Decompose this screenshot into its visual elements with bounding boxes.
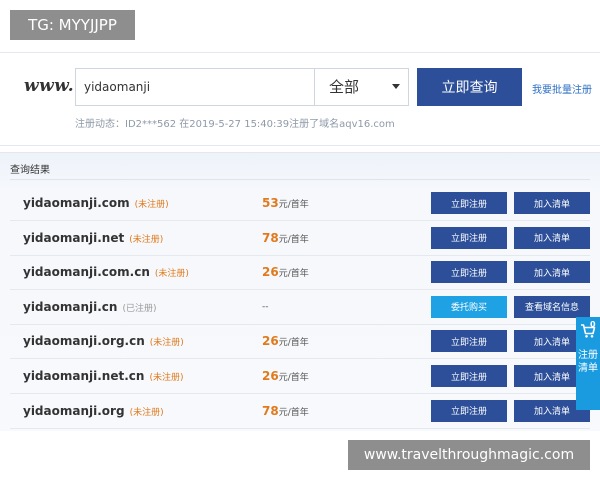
registration-status: (未注册)	[149, 373, 184, 383]
result-row: yidaomanji.com (未注册) 53元/首年 立即注册 加入清单	[10, 186, 590, 221]
register-now-button[interactable]: 立即注册	[431, 226, 507, 249]
price-unit: 元/首年	[278, 338, 309, 349]
domain-name: yidaomanji.com.cn (未注册)	[23, 265, 189, 280]
price: 26元/首年	[262, 359, 309, 395]
price-unit: 元/首年	[278, 234, 309, 245]
tg-badge: TG: MYYJJPP	[10, 10, 135, 40]
price-unit: 元/首年	[278, 373, 309, 383]
register-now-button[interactable]: 立即注册	[431, 192, 507, 214]
domain-name: yidaomanji.org.cn (未注册)	[23, 334, 184, 349]
add-to-list-button[interactable]: 加入清单	[514, 226, 590, 249]
result-row: yidaomanji.net.cn (未注册) 26元/首年 立即注册 加入清单	[10, 359, 590, 394]
register-now-button[interactable]: 立即注册	[431, 330, 507, 353]
price-value: 26	[262, 369, 279, 383]
www-logo: www.	[24, 76, 75, 96]
price: 26元/首年	[262, 324, 309, 360]
bulk-register-link[interactable]: 我要批量注册	[532, 81, 592, 96]
price-value: 53	[262, 196, 279, 210]
result-row: yidaomanji.org (未注册) 78元/首年 立即注册 加入清单	[10, 394, 590, 429]
cart-count: 0	[590, 320, 596, 329]
register-now-button[interactable]: 立即注册	[431, 261, 507, 284]
register-now-button[interactable]: 立即注册	[431, 365, 507, 387]
result-row: yidaomanji.com.cn (未注册) 26元/首年 立即注册 加入清单	[10, 255, 590, 291]
scope-select[interactable]: 全部	[315, 69, 408, 105]
heading-divider	[10, 179, 590, 180]
register-now-button[interactable]: 立即注册	[431, 399, 507, 422]
price-value: 26	[262, 265, 279, 280]
price: 26元/首年	[262, 255, 309, 291]
price: 78元/首年	[262, 221, 309, 257]
price-unit: 元/首年	[278, 200, 309, 210]
price-value: 78	[262, 403, 279, 418]
search-button[interactable]: 立即查询	[417, 68, 522, 106]
registration-status: (未注册)	[129, 407, 164, 418]
add-to-list-button[interactable]: 加入清单	[514, 192, 590, 214]
price-unit: 元/首年	[278, 269, 309, 280]
search-box: 全部	[75, 68, 409, 106]
domain-name: yidaomanji.net.cn (未注册)	[23, 369, 184, 383]
scope-selected-value: 全部	[329, 78, 360, 96]
price-value: --	[262, 301, 269, 312]
result-row: yidaomanji.cn (已注册) -- 委托购买 查看域名信息	[10, 290, 590, 325]
domain-name: yidaomanji.net (未注册)	[23, 230, 164, 245]
watermark: www.travelthroughmagic.com	[348, 440, 590, 470]
result-row: yidaomanji.net (未注册) 78元/首年 立即注册 加入清单	[10, 221, 590, 256]
result-row: yidaomanji.org.cn (未注册) 26元/首年 立即注册 加入清单	[10, 324, 590, 360]
price: 53元/首年	[262, 186, 309, 222]
registration-status: (未注册)	[134, 200, 169, 210]
price-value: 26	[262, 334, 279, 349]
registration-status: (已注册)	[122, 303, 157, 314]
cart-label: 注册清单	[578, 350, 598, 374]
domain-name: yidaomanji.com (未注册)	[23, 196, 169, 210]
price-unit: 元/首年	[278, 407, 309, 418]
domain-name: yidaomanji.org (未注册)	[23, 403, 164, 418]
caret-down-icon	[392, 84, 400, 89]
registration-status: (未注册)	[154, 269, 189, 280]
price: 78元/首年	[262, 394, 309, 430]
registration-status: (未注册)	[149, 338, 184, 349]
domain-name: yidaomanji.cn (已注册)	[23, 299, 157, 314]
search-panel: www. 全部 立即查询 我要批量注册 注册动态：ID2***562 在2019…	[0, 52, 600, 146]
price-value: 78	[262, 230, 279, 245]
registration-notice: 注册动态：ID2***562 在2019-5-27 15:40:39注册了域名a…	[75, 119, 395, 130]
results-panel: 查询结果 yidaomanji.com (未注册) 53元/首年 立即注册 加入清单 yi…	[0, 152, 600, 431]
domain-search-input[interactable]	[76, 69, 312, 105]
registration-status: (未注册)	[129, 234, 164, 245]
view-whois-button[interactable]: 查看域名信息	[514, 295, 590, 318]
results-heading: 查询结果	[10, 165, 50, 176]
cart-tab[interactable]: 0 注册清单	[576, 317, 600, 410]
price: --	[262, 290, 269, 324]
broker-purchase-button[interactable]: 委托购买	[431, 295, 507, 318]
add-to-list-button[interactable]: 加入清单	[514, 261, 590, 284]
